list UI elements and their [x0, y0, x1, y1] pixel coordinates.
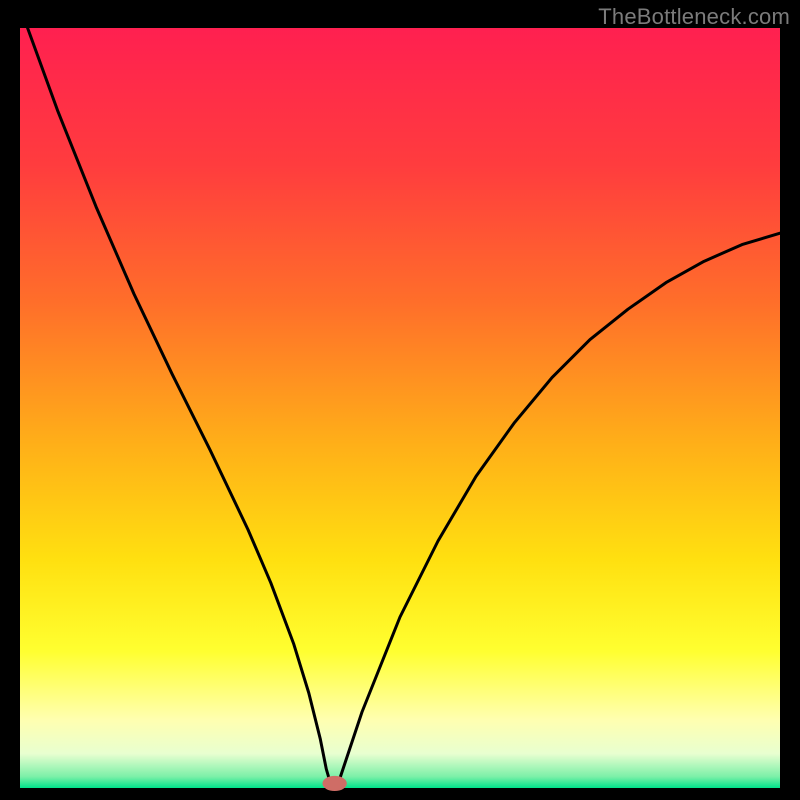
chart-frame: TheBottleneck.com — [0, 0, 800, 800]
watermark-text: TheBottleneck.com — [598, 4, 790, 30]
optimal-point-marker — [322, 776, 346, 791]
gradient-background — [20, 28, 780, 788]
bottleneck-chart — [0, 0, 800, 800]
